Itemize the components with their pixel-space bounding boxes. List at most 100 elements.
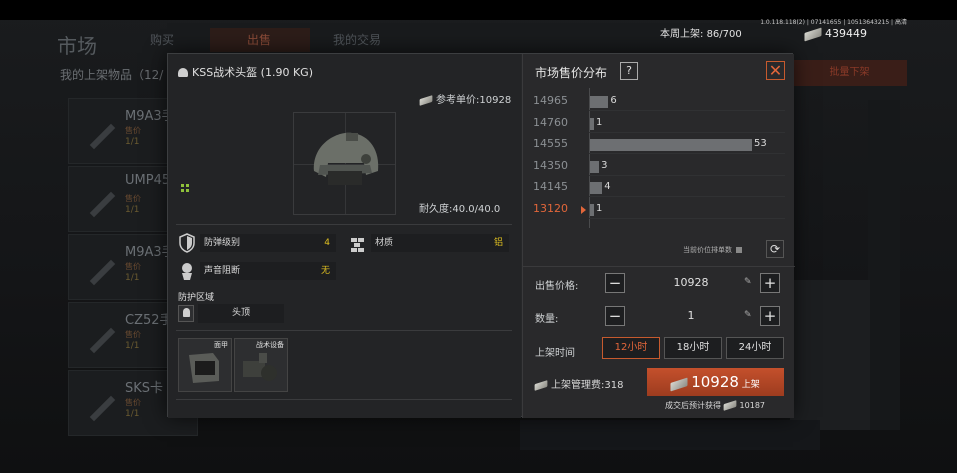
bar-value-label: 1	[596, 202, 603, 214]
item-title: KSS战术头盔 (1.90 KG)	[178, 64, 313, 80]
market-title: 市场	[57, 34, 97, 58]
price-bar	[590, 117, 594, 130]
item-count: 1/1	[125, 341, 140, 351]
cash-icon	[670, 377, 688, 392]
bar-value-label: 53	[754, 138, 767, 149]
material-icon	[351, 238, 364, 252]
gridline	[589, 196, 785, 197]
protection-area-label: 防护区域	[178, 293, 215, 303]
weekly-listing-value: 86/700	[706, 29, 742, 40]
slot-faceshield[interactable]: 面甲	[178, 338, 232, 392]
item-sub: 售价	[125, 330, 141, 339]
weekly-listing-label: 本周上架:	[660, 29, 704, 40]
list-label: 上架	[741, 380, 760, 390]
helmet-icon	[178, 68, 188, 77]
current-price-marker	[581, 205, 586, 214]
bar-value-label: 3	[601, 159, 608, 171]
cash-icon	[723, 400, 736, 411]
item-preview	[293, 112, 396, 215]
price-bar	[590, 203, 594, 216]
price-bar	[590, 182, 603, 194]
price-tick-label: 13120	[533, 201, 568, 215]
grid-size-icon	[181, 184, 189, 192]
qty-plus-button[interactable]: +	[760, 306, 780, 326]
refresh-button[interactable]: ⟳	[766, 240, 784, 258]
weapon-icon	[72, 242, 116, 286]
slot-label: 战术设备	[256, 341, 284, 349]
item-count: 1/1	[125, 409, 140, 419]
slot-tactical-device[interactable]: 战术设备	[234, 338, 288, 392]
auto-order-label: 当前价位排单数	[683, 246, 732, 254]
cash-icon	[534, 379, 548, 391]
sell-price-input[interactable]: 10928	[629, 276, 753, 289]
price-distribution-chart: 14965 6 14760 1 14555 53 14350 3 14145 4 13120 1	[523, 88, 795, 238]
inventory-grid	[790, 280, 870, 430]
sell-dialog: KSS战术头盔 (1.90 KG) 参考单价:10928 耐久度:40.0/40…	[167, 53, 795, 418]
price-tick-label: 14350	[533, 158, 568, 172]
side-nav	[868, 100, 900, 430]
after-sale-value: 10187	[739, 401, 765, 410]
price-bar	[590, 139, 752, 151]
stat-value: 铝	[493, 238, 503, 248]
top-bar: 1.0.118.118(2) | 07141655 | 10513643215 …	[0, 0, 957, 26]
ear-icon	[182, 263, 192, 280]
money-display: 439449	[804, 27, 867, 41]
item-name: UMP45	[125, 173, 171, 188]
time-18h-button[interactable]: 18小时	[664, 337, 722, 359]
bar-value-label: 6	[610, 95, 617, 106]
item-count: 1/1	[125, 205, 140, 215]
help-button[interactable]: ?	[620, 62, 638, 80]
reference-price: 参考单价:10928	[419, 91, 511, 106]
list-price: 10928	[691, 373, 739, 391]
head-icon	[178, 305, 194, 322]
auto-order[interactable]: 当前价位排单数	[683, 245, 742, 255]
item-sub: 售价	[125, 398, 141, 407]
slot-label: 面甲	[214, 341, 228, 349]
version-text: 1.0.118.118(2) | 07141655 | 10513643215 …	[760, 19, 907, 26]
helmet-image	[313, 132, 379, 185]
protection-zone: 头顶	[198, 304, 284, 323]
fee-value: 318	[604, 380, 624, 391]
weapon-icon	[72, 174, 116, 218]
item-sub: 售价	[125, 262, 141, 271]
auto-order-checkbox[interactable]	[736, 247, 742, 253]
fee-label: 上架管理费:	[551, 380, 605, 391]
gridline	[589, 174, 785, 176]
tab-sell[interactable]: 出售	[247, 31, 271, 48]
edit-qty-icon[interactable]: ✎	[744, 310, 752, 320]
price-tick-label: 14555	[533, 137, 568, 150]
sell-price-label: 出售价格:	[535, 281, 579, 292]
listing-fee: 上架管理费:318	[534, 376, 624, 391]
market-pane: 市场售价分布 ? ✕ 14965 6 14760 1 14555 53 14350 3 1414…	[522, 54, 795, 418]
tab-buy[interactable]: 购买	[150, 31, 174, 48]
market-dist-title: 市场售价分布	[535, 66, 608, 80]
time-12h-button[interactable]: 12小时	[602, 337, 660, 359]
price-tick-label: 14965	[533, 94, 568, 107]
gridline	[589, 217, 785, 219]
bar-value-label: 1	[596, 116, 603, 128]
item-count: 1/1	[125, 137, 140, 147]
stat-label: 材质	[375, 238, 394, 248]
edit-price-icon[interactable]: ✎	[744, 277, 752, 287]
list-button[interactable]: 10928 上架	[647, 368, 784, 396]
shield-icon	[179, 233, 195, 253]
price-plus-button[interactable]: +	[760, 273, 780, 293]
item-sub: 售价	[125, 126, 141, 135]
tab-my-trades[interactable]: 我的交易	[333, 31, 381, 48]
durability: 耐久度:40.0/40.0	[419, 200, 500, 215]
price-minus-button[interactable]: −	[605, 273, 625, 293]
bulk-unlist-button[interactable]: 批量下架	[792, 60, 907, 86]
close-button[interactable]: ✕	[766, 61, 785, 80]
price-tick-label: 14760	[533, 115, 568, 129]
price-bar	[590, 96, 609, 108]
time-24h-button[interactable]: 24小时	[726, 337, 784, 359]
item-detail-pane: KSS战术头盔 (1.90 KG) 参考单价:10928 耐久度:40.0/40…	[168, 54, 521, 418]
stat-label: 防弹级别	[204, 238, 241, 248]
gridline	[589, 131, 785, 133]
after-sale-estimate: 成交后预计获得 10187	[665, 400, 765, 411]
reference-price-label: 参考单价:	[436, 95, 480, 106]
qty-minus-button[interactable]: −	[605, 306, 625, 326]
money-value: 439449	[825, 27, 867, 40]
quantity-input[interactable]: 1	[629, 309, 753, 322]
stat-armor-class: 防弹级别 4	[179, 233, 336, 253]
